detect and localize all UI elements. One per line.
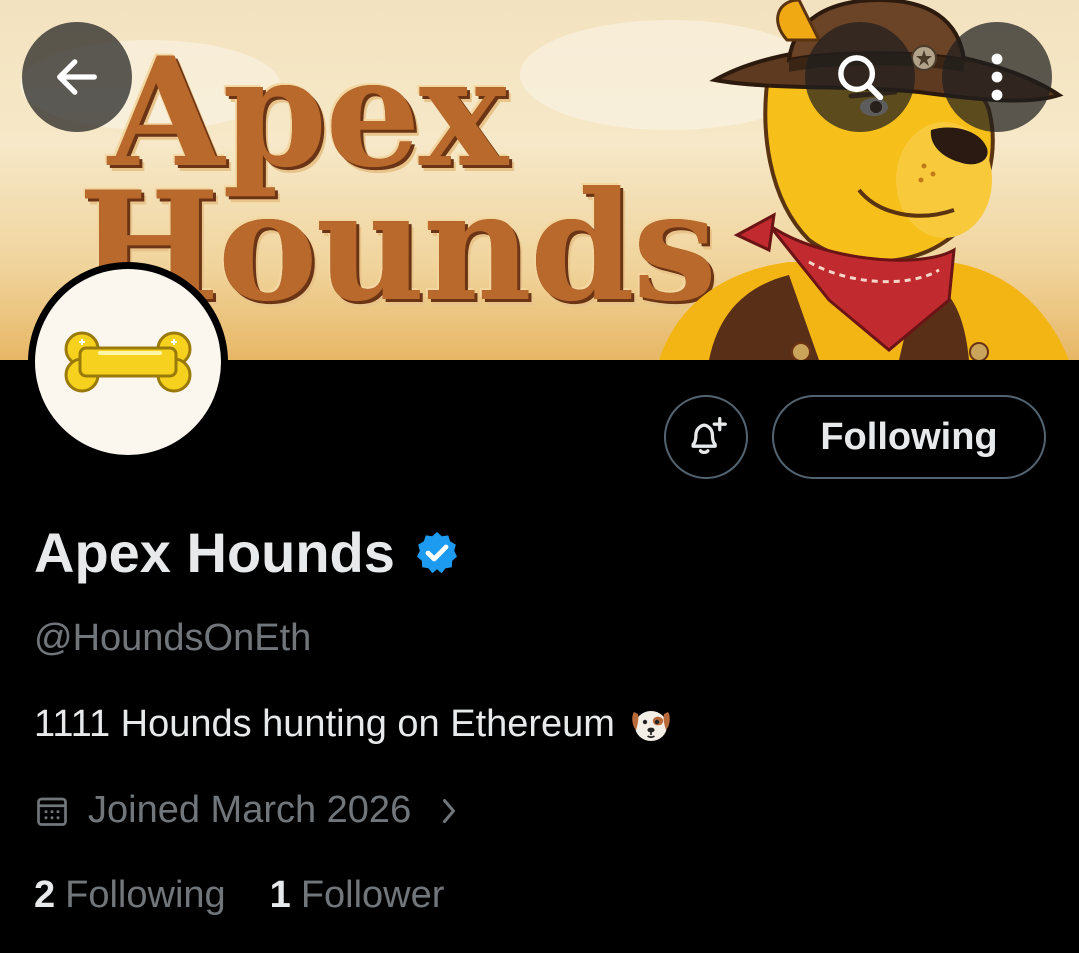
followers-stat[interactable]: 1 Follower <box>270 874 445 917</box>
search-icon <box>838 55 884 101</box>
followers-count: 1 <box>269 874 291 916</box>
display-name-row: Apex Hounds <box>34 520 461 585</box>
joined-date: Joined March 2026 <box>88 789 412 831</box>
follow-stats: 2 Following 1 Follower <box>34 874 444 917</box>
arrow-left-icon <box>57 59 97 95</box>
gold-bone-icon <box>64 331 192 393</box>
display-name: Apex Hounds <box>34 521 395 584</box>
search-button[interactable] <box>805 22 915 132</box>
joined-date-row[interactable]: Joined March 2026 <box>34 789 461 832</box>
following-label: Following <box>65 874 226 916</box>
back-button[interactable] <box>22 22 132 132</box>
notifications-button[interactable] <box>664 395 748 479</box>
dog-face-icon <box>627 700 675 748</box>
bio: 1111 Hounds hunting on Ethereum <box>34 700 675 748</box>
bio-text: 1111 Hounds hunting on Ethereum <box>34 702 615 745</box>
bell-plus-icon <box>691 417 727 455</box>
avatar-image <box>35 269 221 455</box>
user-handle: @HoundsOnEth <box>34 617 312 659</box>
following-stat[interactable]: 2 Following <box>34 874 226 917</box>
more-options-button[interactable] <box>942 22 1052 132</box>
more-vertical-icon <box>991 53 1003 101</box>
calendar-icon <box>37 797 67 826</box>
verified-badge-icon[interactable] <box>413 529 461 577</box>
following-button[interactable]: Following <box>772 395 1046 479</box>
following-count: 2 <box>34 874 56 916</box>
chevron-right-icon <box>437 793 461 829</box>
followers-label: Follower <box>300 874 445 916</box>
profile-avatar[interactable] <box>28 262 228 462</box>
